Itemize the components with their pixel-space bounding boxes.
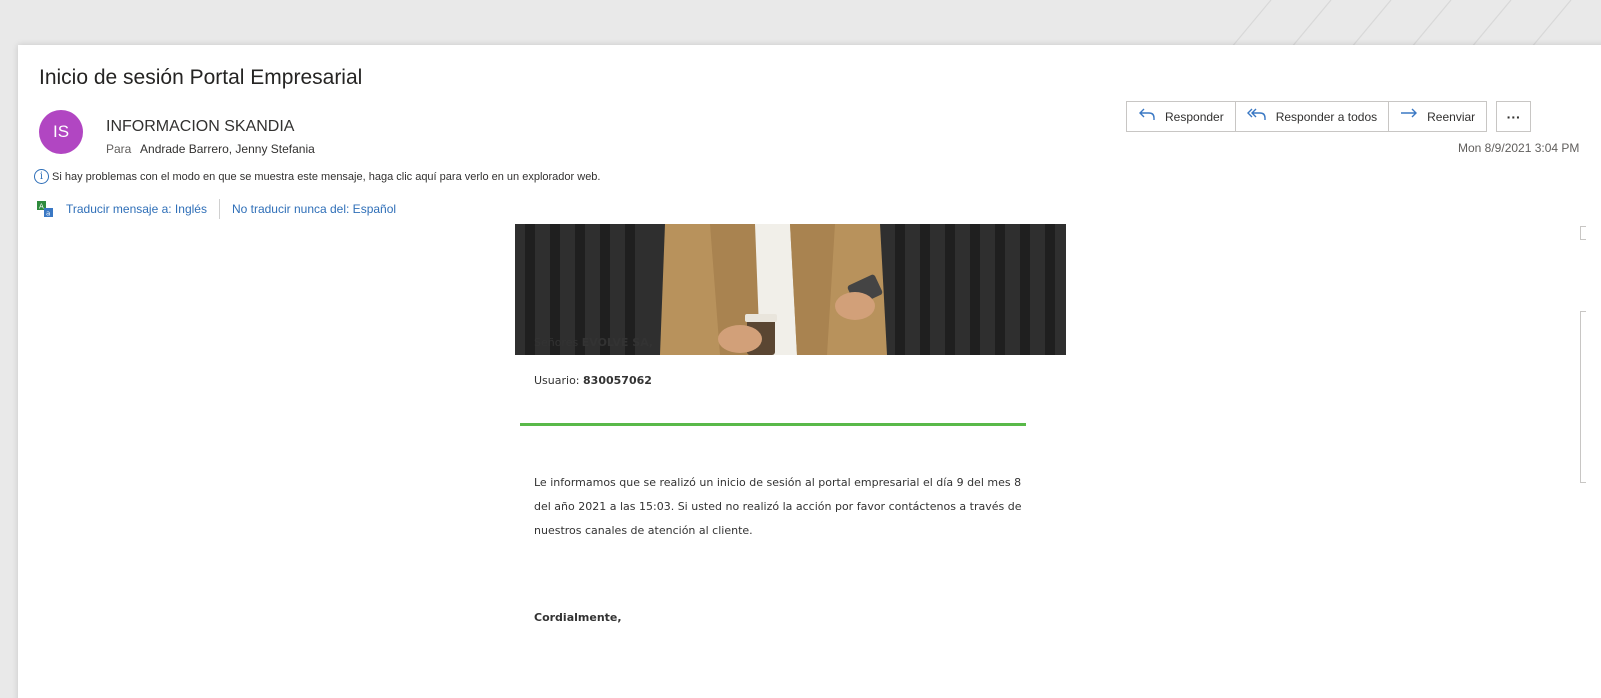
translation-bar: A a Traducir mensaje a: Inglés No traduc… [36, 199, 396, 219]
accent-divider [520, 423, 1026, 426]
more-actions-button[interactable]: ··· [1496, 101, 1532, 132]
message-actions: Responder Responder a todos Reenviar ··· [1126, 101, 1532, 132]
reply-icon [1138, 107, 1156, 126]
user-id: 830057062 [583, 374, 652, 387]
greeting-prefix: Señores [534, 336, 582, 349]
message-reading-pane: Inicio de sesión Portal Empresarial IS I… [18, 45, 1601, 698]
reply-all-label: Responder a todos [1275, 109, 1378, 124]
forward-label: Reenviar [1427, 109, 1476, 124]
scrollbar-thumb[interactable] [1580, 311, 1586, 483]
recipient-name[interactable]: Andrade Barrero, Jenny Stefania [140, 142, 315, 156]
forward-icon [1400, 107, 1418, 126]
reply-all-icon [1246, 107, 1267, 126]
closing-line: Cordialmente, [534, 611, 622, 624]
body-paragraph: Le informamos que se realizó un inicio d… [534, 476, 1022, 537]
info-icon: i [34, 169, 49, 184]
recipient-line: Para Andrade Barrero, Jenny Stefania [106, 142, 315, 156]
sender-avatar[interactable]: IS [39, 110, 83, 154]
scrollbar-track[interactable] [1580, 226, 1586, 240]
svg-text:A: A [39, 203, 44, 211]
greeting-line: Señores EVOLVE SA, [534, 336, 653, 349]
reply-label: Responder [1165, 109, 1224, 124]
user-line: Usuario: 830057062 [534, 374, 652, 387]
display-problem-notice[interactable]: i Si hay problemas con el modo en que se… [34, 169, 601, 184]
reply-all-button[interactable]: Responder a todos [1234, 101, 1390, 132]
message-subject: Inicio de sesión Portal Empresarial [39, 66, 363, 89]
sender-name[interactable]: INFORMACION SKANDIA [106, 118, 294, 136]
user-label: Usuario: [534, 374, 584, 387]
more-icon: ··· [1506, 108, 1521, 125]
notice-text[interactable]: Si hay problemas con el modo en que se m… [52, 171, 601, 183]
reply-button[interactable]: Responder [1126, 101, 1236, 132]
translate-divider [218, 199, 220, 219]
avatar-initials: IS [52, 122, 70, 141]
to-label: Para [106, 142, 132, 156]
message-date: Mon 8/9/2021 3:04 PM [1458, 141, 1580, 155]
company-name: EVOLVE SA, [581, 336, 654, 349]
svg-text:a: a [46, 210, 50, 218]
translate-message-link[interactable]: Traducir mensaje a: Inglés [66, 202, 207, 216]
never-translate-link[interactable]: No traducir nunca del: Español [232, 202, 396, 216]
translate-icon: A a [36, 200, 54, 218]
forward-button[interactable]: Reenviar [1388, 101, 1488, 132]
